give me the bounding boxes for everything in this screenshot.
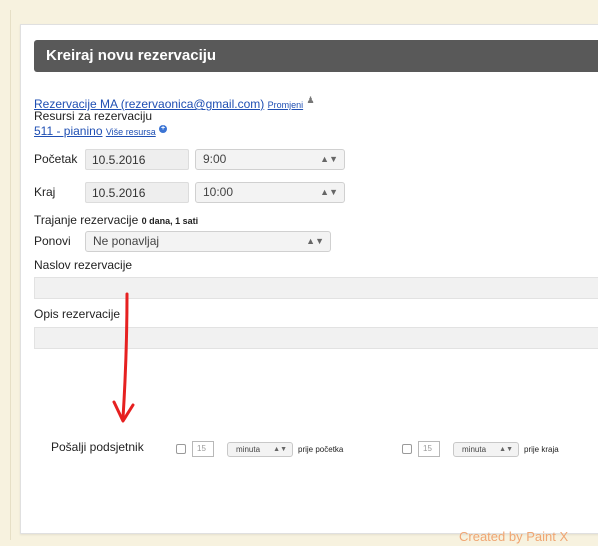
- annotation-arrow: [112, 292, 135, 423]
- watermark: Created by Paint X: [459, 529, 569, 544]
